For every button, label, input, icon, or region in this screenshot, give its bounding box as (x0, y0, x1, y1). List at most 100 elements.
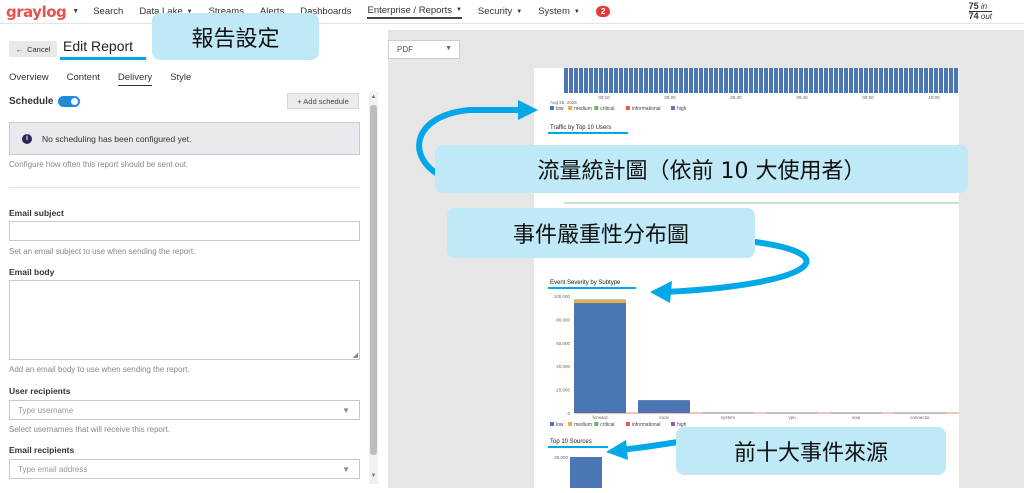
user-recipients-select[interactable]: Type username ▼ (9, 400, 360, 420)
severity-x-tick: connector (910, 415, 930, 420)
nav-item-label: Enterprise / Reports (367, 4, 452, 16)
legend-swatch (625, 106, 630, 110)
tab-delivery[interactable]: Delivery (117, 72, 153, 86)
traffic-bar (694, 68, 698, 93)
nav-item-search[interactable]: Search (93, 6, 123, 17)
graylog-logo[interactable]: graylog (6, 3, 67, 21)
traffic-tick-label: 09:20 (664, 95, 676, 100)
severity-bar-forward-low (574, 303, 626, 413)
traffic-bar (914, 68, 918, 93)
severity-chart-callout: 事件嚴重性分布圖 (447, 208, 755, 258)
schedule-toggle[interactable] (58, 96, 80, 107)
report-page: 09:10 09:20 09:30 09:40 09:50 10:00 Aug 25, 20… (534, 68, 964, 493)
traffic-bar (894, 68, 898, 93)
legend-label: low (556, 422, 564, 428)
traffic-bar (924, 68, 928, 93)
traffic-bar (784, 68, 788, 93)
severity-title-highlight (548, 287, 636, 289)
page-title: Edit Report (63, 38, 134, 54)
traffic-bar (664, 68, 668, 93)
cancel-label: Cancel (27, 44, 51, 54)
nav-item-security[interactable]: Security ▼ (478, 6, 522, 17)
traffic-bar (744, 68, 748, 93)
throughput-out-label: out (980, 12, 992, 21)
traffic-bar (884, 68, 888, 93)
severity-x-tick: vpn (788, 415, 796, 420)
traffic-bar (594, 68, 598, 93)
format-select[interactable]: PDF ▼ (388, 40, 460, 59)
legend-swatch (625, 422, 630, 426)
email-body-textarea[interactable]: ◢ (9, 280, 360, 360)
traffic-bar (864, 68, 868, 93)
email-recipients-select[interactable]: Type email address ▼ (9, 459, 360, 479)
legend-swatch (550, 422, 554, 426)
editor-scrollbar-thumb[interactable] (370, 105, 377, 455)
traffic-bar (869, 68, 873, 93)
email-subject-input[interactable] (9, 221, 360, 241)
severity-x-tick: forward (592, 415, 608, 420)
traffic-bar (839, 68, 843, 93)
user-recipients-label: User recipients (9, 386, 71, 396)
traffic-bar (599, 68, 603, 93)
cancel-button[interactable]: ← Cancel (9, 41, 57, 57)
chevron-down-icon: ▼ (573, 8, 580, 15)
traffic-bar (909, 68, 913, 93)
traffic-bar (624, 68, 628, 93)
chevron-down-icon[interactable]: ▼ (72, 8, 79, 15)
nav-item-system[interactable]: System ▼ (538, 6, 580, 17)
user-recipients-hint: Select usernames that will receive this … (9, 425, 170, 434)
traffic-chart-callout: 流量統計圖（依前 10 大使用者） (435, 145, 968, 193)
traffic-tick-label: 09:10 (598, 95, 610, 100)
traffic-bar (769, 68, 773, 93)
email-subject-hint: Set an email subject to use when sending… (9, 247, 196, 256)
nav-item-label: Search (93, 6, 124, 17)
severity-bar-vpn-low (766, 412, 818, 414)
chevron-down-icon: ▼ (342, 406, 350, 415)
chevron-down-icon: ▼ (516, 8, 523, 15)
traffic-tick-label: 09:30 (730, 95, 742, 100)
tab-overview[interactable]: Overview (9, 72, 49, 86)
no-schedule-alert: i No scheduling has been configured yet. (9, 122, 360, 155)
traffic-bar (824, 68, 828, 93)
chevron-down-icon: ▼ (455, 7, 462, 13)
scroll-down-icon[interactable]: ▼ (369, 473, 378, 479)
schedule-label: Schedule (9, 96, 54, 107)
severity-y-tick: 0 (567, 411, 570, 416)
traffic-bar (814, 68, 818, 93)
throughput-indicator[interactable]: 75 in 74 out (968, 2, 992, 21)
legend-swatch (594, 422, 599, 426)
traffic-bar (569, 68, 573, 93)
traffic-tick-label: 10:00 (928, 95, 940, 100)
legend-label: medium (574, 106, 592, 112)
traffic-bar (614, 68, 618, 93)
nav-item-enterprise-reports[interactable]: Enterprise / Reports ▼ (367, 4, 462, 19)
email-subject-label: Email subject (9, 208, 64, 218)
resize-handle-icon[interactable]: ◢ (353, 351, 358, 359)
traffic-bar (739, 68, 743, 93)
traffic-bar (929, 68, 933, 93)
tab-content[interactable]: Content (67, 72, 100, 86)
traffic-bar (954, 68, 958, 93)
sources-y-tick: 30,000 (554, 455, 568, 460)
tab-style[interactable]: Style (170, 72, 191, 86)
editor-tabs: Overview Content Delivery Style (9, 72, 209, 86)
traffic-bar (944, 68, 948, 93)
traffic-bar (859, 68, 863, 93)
email-body-label: Email body (9, 267, 55, 277)
legend-swatch (671, 422, 675, 426)
traffic-bar (619, 68, 623, 93)
scroll-up-icon[interactable]: ▲ (369, 94, 378, 100)
report-editor-panel: ← Cancel Edit Report Overview Content Deli… (0, 30, 381, 488)
severity-bar-system-low (702, 412, 754, 414)
sources-title-highlight (548, 446, 608, 448)
legend-label: informational (632, 422, 661, 428)
traffic-bar (729, 68, 733, 93)
traffic-bar (609, 68, 613, 93)
notification-badge[interactable]: 2 (595, 6, 611, 17)
traffic-bar (934, 68, 938, 93)
add-schedule-button[interactable]: + Add schedule (287, 93, 359, 109)
traffic-bar (684, 68, 688, 93)
traffic-bar (649, 68, 653, 93)
traffic-bar (679, 68, 683, 93)
traffic-bar (714, 68, 718, 93)
